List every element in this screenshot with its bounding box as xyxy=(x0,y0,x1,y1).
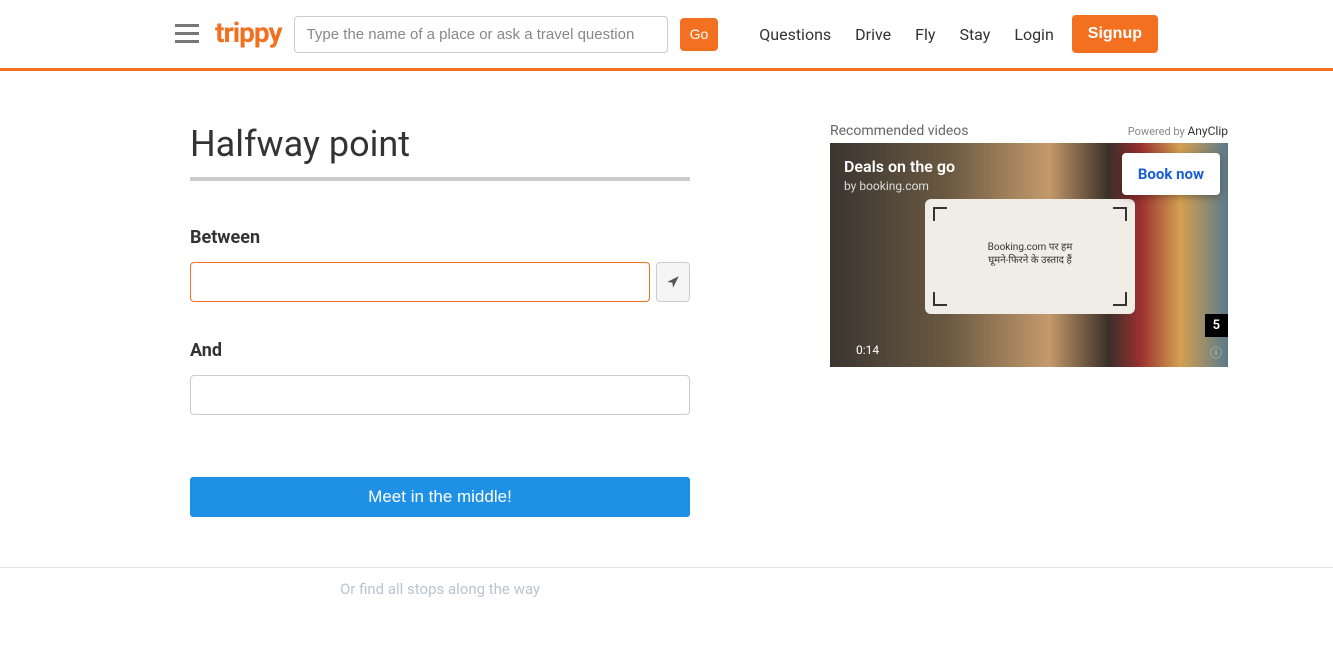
nav-questions[interactable]: Questions xyxy=(759,25,831,44)
hamburger-menu-icon[interactable] xyxy=(175,24,199,44)
powered-by-label: Powered by AnyClip xyxy=(1128,124,1228,138)
go-button[interactable]: Go xyxy=(680,18,719,51)
info-icon[interactable]: ⓘ xyxy=(1210,344,1222,361)
nav-stay[interactable]: Stay xyxy=(959,25,990,44)
and-input[interactable] xyxy=(190,375,690,415)
between-label: Between xyxy=(190,227,690,248)
book-now-button[interactable]: Book now xyxy=(1122,153,1220,195)
and-label: And xyxy=(190,340,690,361)
video-player[interactable]: Booking.com पर हम घूमने-फिरने के उस्ताद … xyxy=(830,143,1228,367)
video-subtitle: by booking.com xyxy=(844,179,929,193)
video-ad-card: Booking.com पर हम घूमने-फिरने के उस्ताद … xyxy=(925,199,1135,314)
location-arrow-icon xyxy=(666,275,680,289)
meet-in-middle-button[interactable]: Meet in the middle! xyxy=(190,477,690,517)
nav-fly[interactable]: Fly xyxy=(915,25,935,44)
video-title: Deals on the go xyxy=(844,157,955,176)
recommended-videos-label: Recommended videos xyxy=(830,123,968,139)
nav-drive[interactable]: Drive xyxy=(855,25,891,44)
video-timestamp: 0:14 xyxy=(856,343,879,357)
title-underline xyxy=(190,177,690,181)
find-stops-link[interactable]: Or find all stops along the way xyxy=(0,580,880,598)
between-input[interactable] xyxy=(190,262,650,302)
video-countdown: 5 xyxy=(1205,314,1228,337)
nav-login[interactable]: Login xyxy=(1014,25,1053,44)
search-input[interactable] xyxy=(294,16,668,53)
content-divider xyxy=(0,567,1333,568)
locate-button[interactable] xyxy=(656,262,690,302)
page-title: Halfway point xyxy=(190,123,690,165)
signup-button[interactable]: Signup xyxy=(1072,15,1158,53)
logo[interactable]: trippy xyxy=(215,16,282,49)
